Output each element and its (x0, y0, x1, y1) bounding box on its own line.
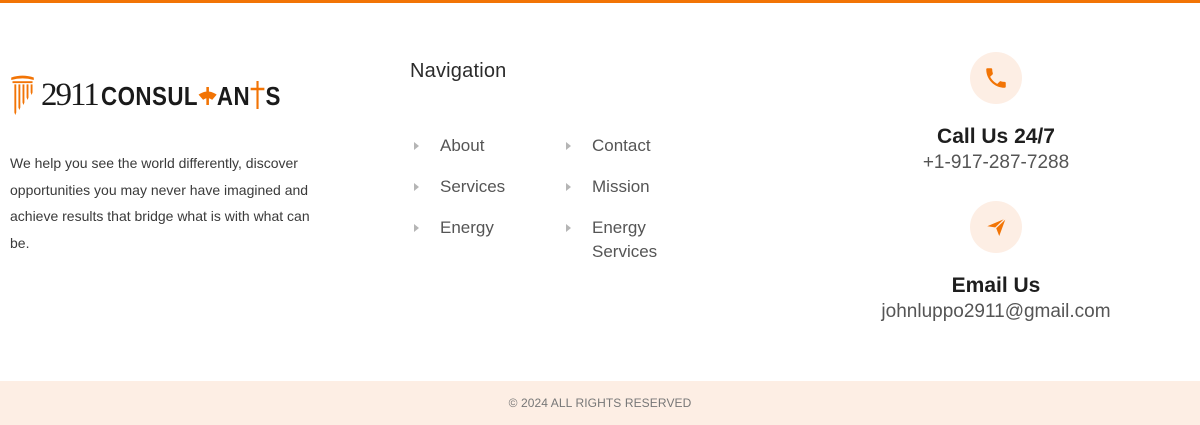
logo-word: CONSUL AN S (100, 80, 281, 112)
footer-navigation: Navigation About Contact Services Missio… (410, 60, 730, 261)
caret-right-icon (562, 134, 592, 158)
pillar-icon (11, 75, 34, 116)
email-title: Email Us (951, 274, 1041, 297)
phone-icon (970, 52, 1022, 104)
logo-number: 2911 (41, 76, 100, 113)
phone-block: Call Us 24/7 +1-917-287-7288 (846, 52, 1146, 176)
nav-link-about[interactable]: About (410, 134, 540, 158)
copyright-text: © 2024 ALL RIGHTS RESERVED (508, 396, 692, 410)
logo[interactable]: 2911 CONSUL AN S (10, 62, 310, 128)
logo-word-part-3: S (265, 80, 281, 111)
caret-right-icon (410, 216, 440, 240)
cross-glyph-icon (250, 80, 265, 109)
handshake-glyph-icon (198, 86, 217, 105)
brand-section: 2911 CONSUL AN S We help you see the world… (10, 62, 310, 256)
nav-link-label: Contact (592, 136, 651, 155)
nav-link-label: Mission (592, 177, 650, 196)
nav-link-contact[interactable]: Contact (562, 134, 692, 158)
logo-word-part-1: CONSUL (100, 80, 198, 111)
nav-link-energy-services[interactable]: Energy Services (562, 216, 672, 264)
caret-right-icon (562, 175, 592, 199)
nav-link-energy[interactable]: Energy (410, 216, 540, 240)
nav-link-label: Energy (440, 218, 494, 237)
caret-right-icon (410, 175, 440, 199)
send-icon (970, 201, 1022, 253)
email-address[interactable]: johnluppo2911@gmail.com (846, 299, 1146, 325)
nav-link-mission[interactable]: Mission (562, 175, 692, 199)
logo-text: 2911 CONSUL AN S (41, 77, 310, 114)
caret-right-icon (410, 134, 440, 158)
contact-section: Call Us 24/7 +1-917-287-7288 Email Us jo… (846, 52, 1146, 325)
nav-link-label: Energy Services (592, 218, 658, 261)
copyright-bar: © 2024 ALL RIGHTS RESERVED (0, 381, 1200, 425)
nav-link-label: About (440, 136, 485, 155)
brand-description: We help you see the world differently, d… (10, 155, 310, 251)
email-block: Email Us johnluppo2911@gmail.com (846, 201, 1146, 325)
top-accent-bar (0, 0, 1200, 3)
nav-link-services[interactable]: Services (410, 175, 540, 199)
nav-link-label: Services (440, 177, 506, 196)
caret-right-icon (562, 216, 592, 240)
navigation-title: Navigation (410, 60, 507, 82)
logo-word-part-2: AN (216, 80, 250, 111)
phone-title: Call Us 24/7 (937, 125, 1055, 148)
phone-number[interactable]: +1-917-287-7288 (846, 150, 1146, 176)
